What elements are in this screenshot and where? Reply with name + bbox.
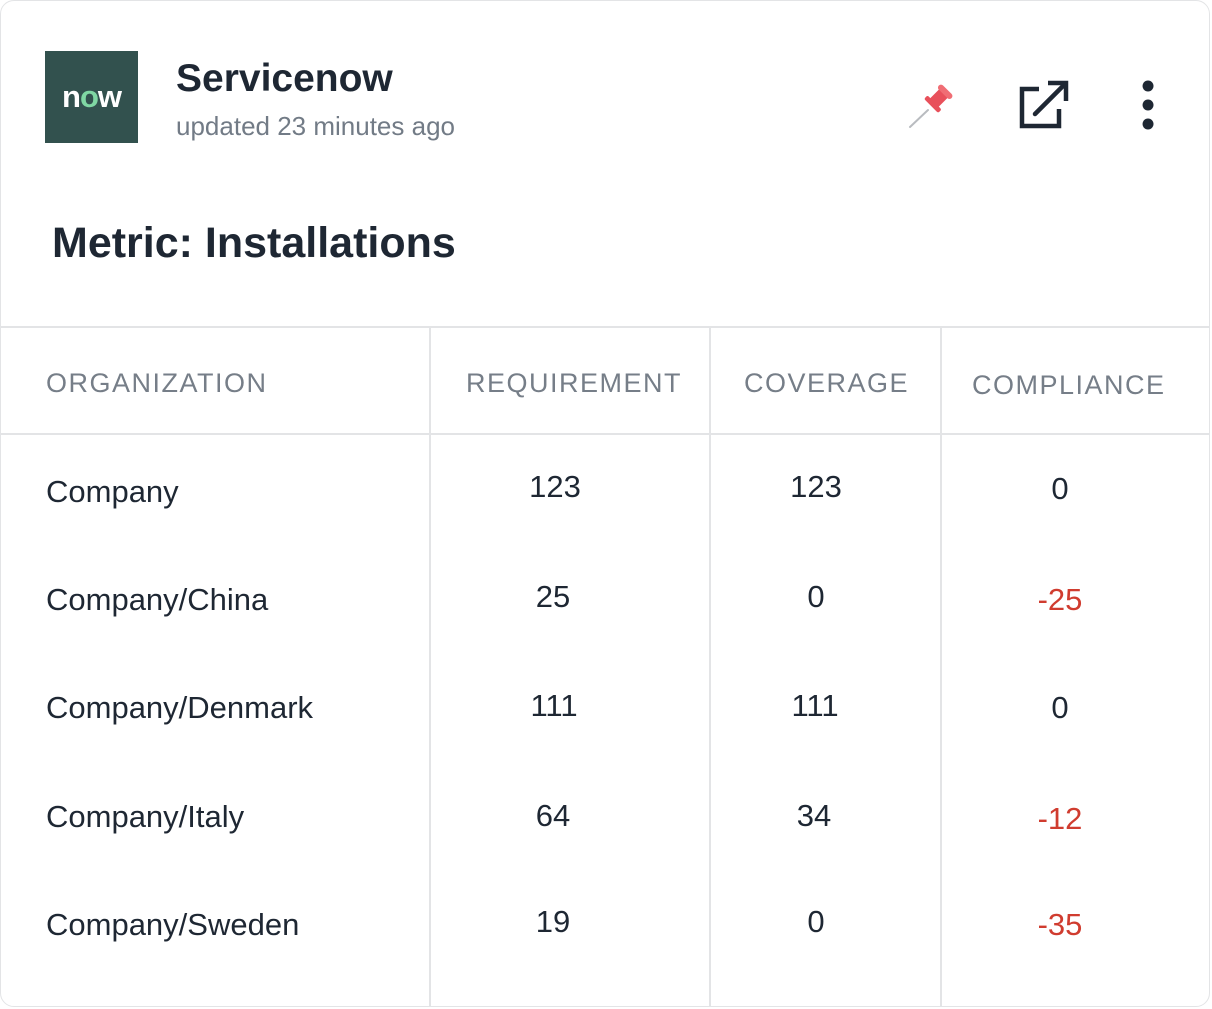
- row-organization: Company/Denmark: [46, 690, 314, 725]
- row-organization: Company/China: [46, 582, 269, 617]
- column-divider: [429, 328, 431, 1006]
- row-compliance: 0: [1051, 471, 1069, 506]
- row-coverage: 0: [807, 579, 825, 614]
- external-link-icon[interactable]: [1013, 79, 1073, 133]
- row-requirement: 25: [535, 579, 571, 614]
- row-compliance: -12: [1037, 801, 1083, 836]
- column-divider: [709, 328, 711, 1006]
- row-organization: Company/Sweden: [46, 907, 300, 942]
- row-requirement: 111: [530, 688, 578, 723]
- row-requirement: 64: [535, 798, 571, 833]
- servicenow-logo: now: [45, 51, 138, 143]
- column-header-compliance[interactable]: COMPLIANCE: [972, 370, 1166, 401]
- column-header-organization[interactable]: ORGANIZATION: [46, 368, 268, 399]
- row-requirement: 123: [529, 469, 581, 504]
- column-header-coverage[interactable]: COVERAGE: [744, 368, 909, 399]
- row-compliance: -25: [1037, 582, 1083, 617]
- row-coverage: 34: [796, 798, 832, 833]
- row-requirement: 19: [535, 904, 571, 939]
- header-divider: [1, 433, 1209, 435]
- row-organization: Company: [46, 474, 179, 509]
- row-coverage: 123: [790, 469, 842, 504]
- row-organization: Company/Italy: [46, 799, 245, 834]
- metric-title: Metric: Installations: [52, 219, 456, 267]
- row-coverage: 111: [791, 688, 839, 723]
- updated-timestamp: updated 23 minutes ago: [176, 111, 455, 141]
- row-compliance: 0: [1051, 690, 1069, 725]
- app-title: Servicenow: [176, 57, 393, 100]
- compliance-table: ORGANIZATION REQUIREMENT COVERAGE COMPLI…: [1, 326, 1209, 1006]
- row-coverage: 0: [807, 904, 825, 939]
- column-header-requirement[interactable]: REQUIREMENT: [466, 368, 682, 399]
- row-compliance: -35: [1037, 907, 1083, 942]
- column-divider: [940, 328, 942, 1006]
- metric-card: now Servicenow updated 23 minutes ago Me…: [0, 0, 1210, 1007]
- more-vertical-icon[interactable]: [1129, 79, 1167, 133]
- pin-icon[interactable]: [904, 79, 960, 133]
